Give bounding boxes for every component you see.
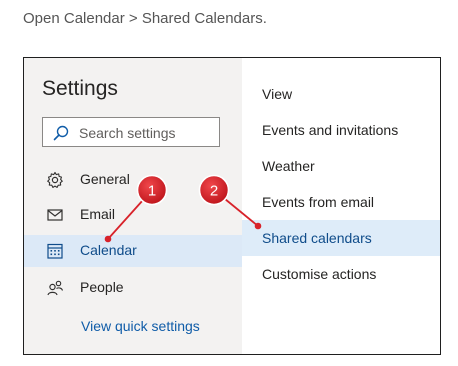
option-events-from-email[interactable]: Events from email xyxy=(242,184,440,220)
sidebar-item-label: General xyxy=(80,171,130,187)
search-icon xyxy=(53,125,69,141)
sidebar-item-label: People xyxy=(80,279,124,295)
sidebar-item-email[interactable]: Email xyxy=(24,199,242,231)
sidebar-item-label: Calendar xyxy=(80,242,137,258)
sidebar-item-calendar[interactable]: Calendar xyxy=(24,235,242,267)
option-view[interactable]: View xyxy=(242,76,440,112)
option-label: Weather xyxy=(262,158,315,174)
search-placeholder: Search settings xyxy=(79,125,176,141)
mail-icon xyxy=(47,209,63,221)
settings-window: Settings Search settings General Email C… xyxy=(23,57,441,355)
calendar-settings-list: View Events and invitations Weather Even… xyxy=(242,58,440,354)
option-events-and-invitations[interactable]: Events and invitations xyxy=(242,112,440,148)
people-icon xyxy=(47,280,64,296)
option-label: View xyxy=(262,86,293,102)
option-weather[interactable]: Weather xyxy=(242,148,440,184)
search-input[interactable]: Search settings xyxy=(42,117,220,147)
option-label: Events from email xyxy=(262,194,375,210)
view-quick-settings-link[interactable]: View quick settings xyxy=(81,318,200,334)
option-label: Shared calendars xyxy=(262,230,372,246)
sidebar-item-general[interactable]: General xyxy=(24,164,242,196)
instruction-caption: Open Calendar > Shared Calendars. xyxy=(23,10,267,27)
option-customise-actions[interactable]: Customise actions xyxy=(242,256,440,292)
settings-sidebar: Settings Search settings General Email C… xyxy=(24,58,242,354)
sidebar-item-label: Email xyxy=(80,206,116,222)
gear-icon xyxy=(47,171,63,188)
settings-title: Settings xyxy=(42,77,118,100)
option-label: Events and invitations xyxy=(262,122,399,138)
option-shared-calendars[interactable]: Shared calendars xyxy=(242,220,440,256)
sidebar-item-people[interactable]: People xyxy=(24,272,242,304)
option-label: Customise actions xyxy=(262,266,377,282)
calendar-icon xyxy=(47,243,63,259)
